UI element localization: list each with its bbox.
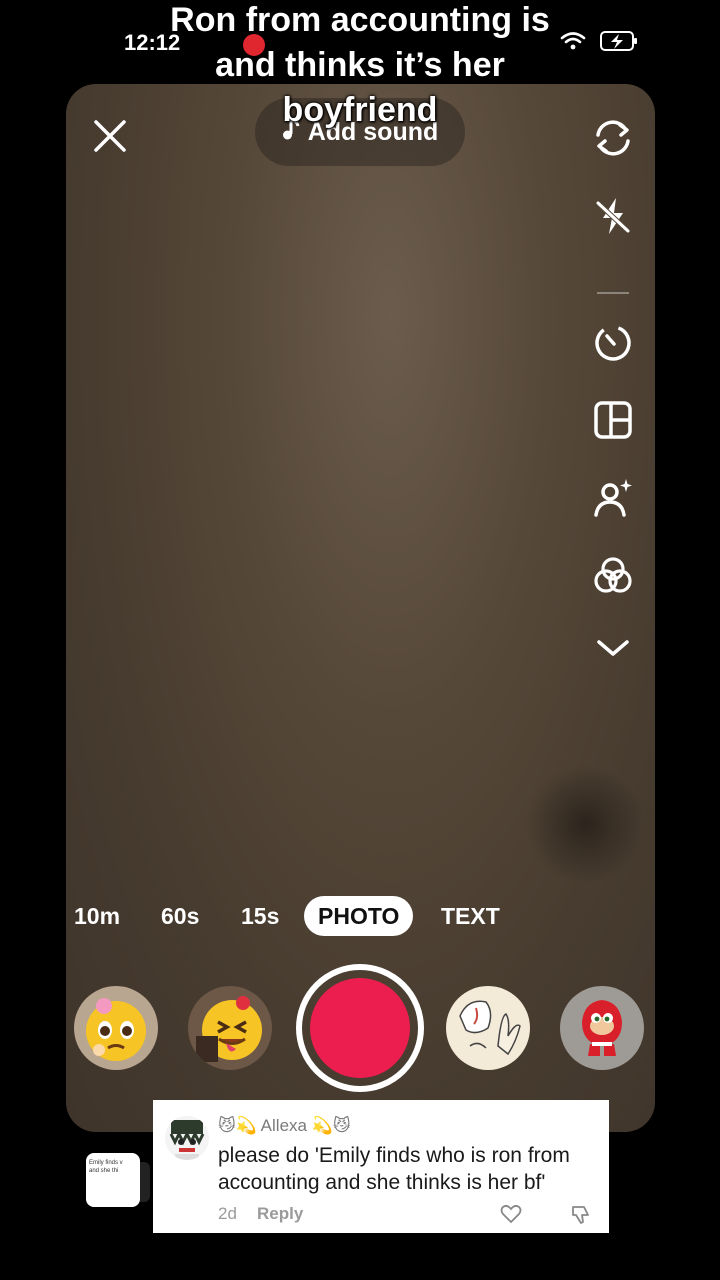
caption-line: Ron from accounting is	[170, 1, 550, 39]
heart-icon[interactable]	[500, 1204, 522, 1224]
pleading-emoji-effect[interactable]	[74, 986, 158, 1070]
record-button[interactable]	[296, 964, 424, 1092]
comment-reply-card[interactable]: 😼💫 Allexa 💫😼 please do 'Emily finds who …	[153, 1100, 609, 1233]
timer-icon[interactable]	[589, 318, 637, 366]
flash-off-icon[interactable]	[589, 192, 637, 240]
beauty-icon[interactable]	[589, 474, 637, 522]
chevron-down-icon[interactable]	[589, 624, 637, 672]
comment-sticker-thumbnail[interactable]: Emily finds v and she thi	[86, 1153, 140, 1207]
comment-username[interactable]: 😼💫 Allexa 💫😼	[218, 1116, 351, 1136]
knuckles-effect[interactable]	[560, 986, 644, 1070]
mode-10m[interactable]: 10m	[74, 896, 120, 936]
camera-viewfinder: Add sound 10m 60s 15s PHOTO TEXT	[66, 84, 655, 1132]
record-button-inner	[310, 978, 410, 1078]
layout-icon[interactable]	[589, 396, 637, 444]
thumbs-down-icon[interactable]	[570, 1204, 592, 1226]
reply-button[interactable]: Reply	[257, 1204, 303, 1224]
sticker-line: Emily finds v	[89, 1160, 123, 1166]
caption-line: boyfriend	[282, 91, 438, 129]
mode-text[interactable]: TEXT	[441, 896, 500, 936]
comment-text: please do 'Emily finds who is ron from a…	[218, 1144, 570, 1194]
filters-icon[interactable]	[589, 552, 637, 600]
mode-15s[interactable]: 15s	[241, 896, 279, 936]
mode-60s[interactable]: 60s	[161, 896, 199, 936]
mode-photo[interactable]: PHOTO	[304, 896, 414, 936]
video-caption: Ron from accounting is and thinks it’s h…	[110, 0, 610, 133]
tongue-emoji-effect[interactable]	[188, 986, 272, 1070]
toolbar-divider	[597, 292, 629, 294]
sticker-line: and she thi	[89, 1168, 119, 1174]
caption-line: and thinks it’s her	[215, 46, 505, 84]
avatar	[165, 1116, 209, 1160]
mode-selector: 10m 60s 15s PHOTO TEXT	[66, 896, 655, 936]
cartoon-hand-effect[interactable]	[446, 986, 530, 1070]
comment-date: 2d	[218, 1204, 237, 1223]
